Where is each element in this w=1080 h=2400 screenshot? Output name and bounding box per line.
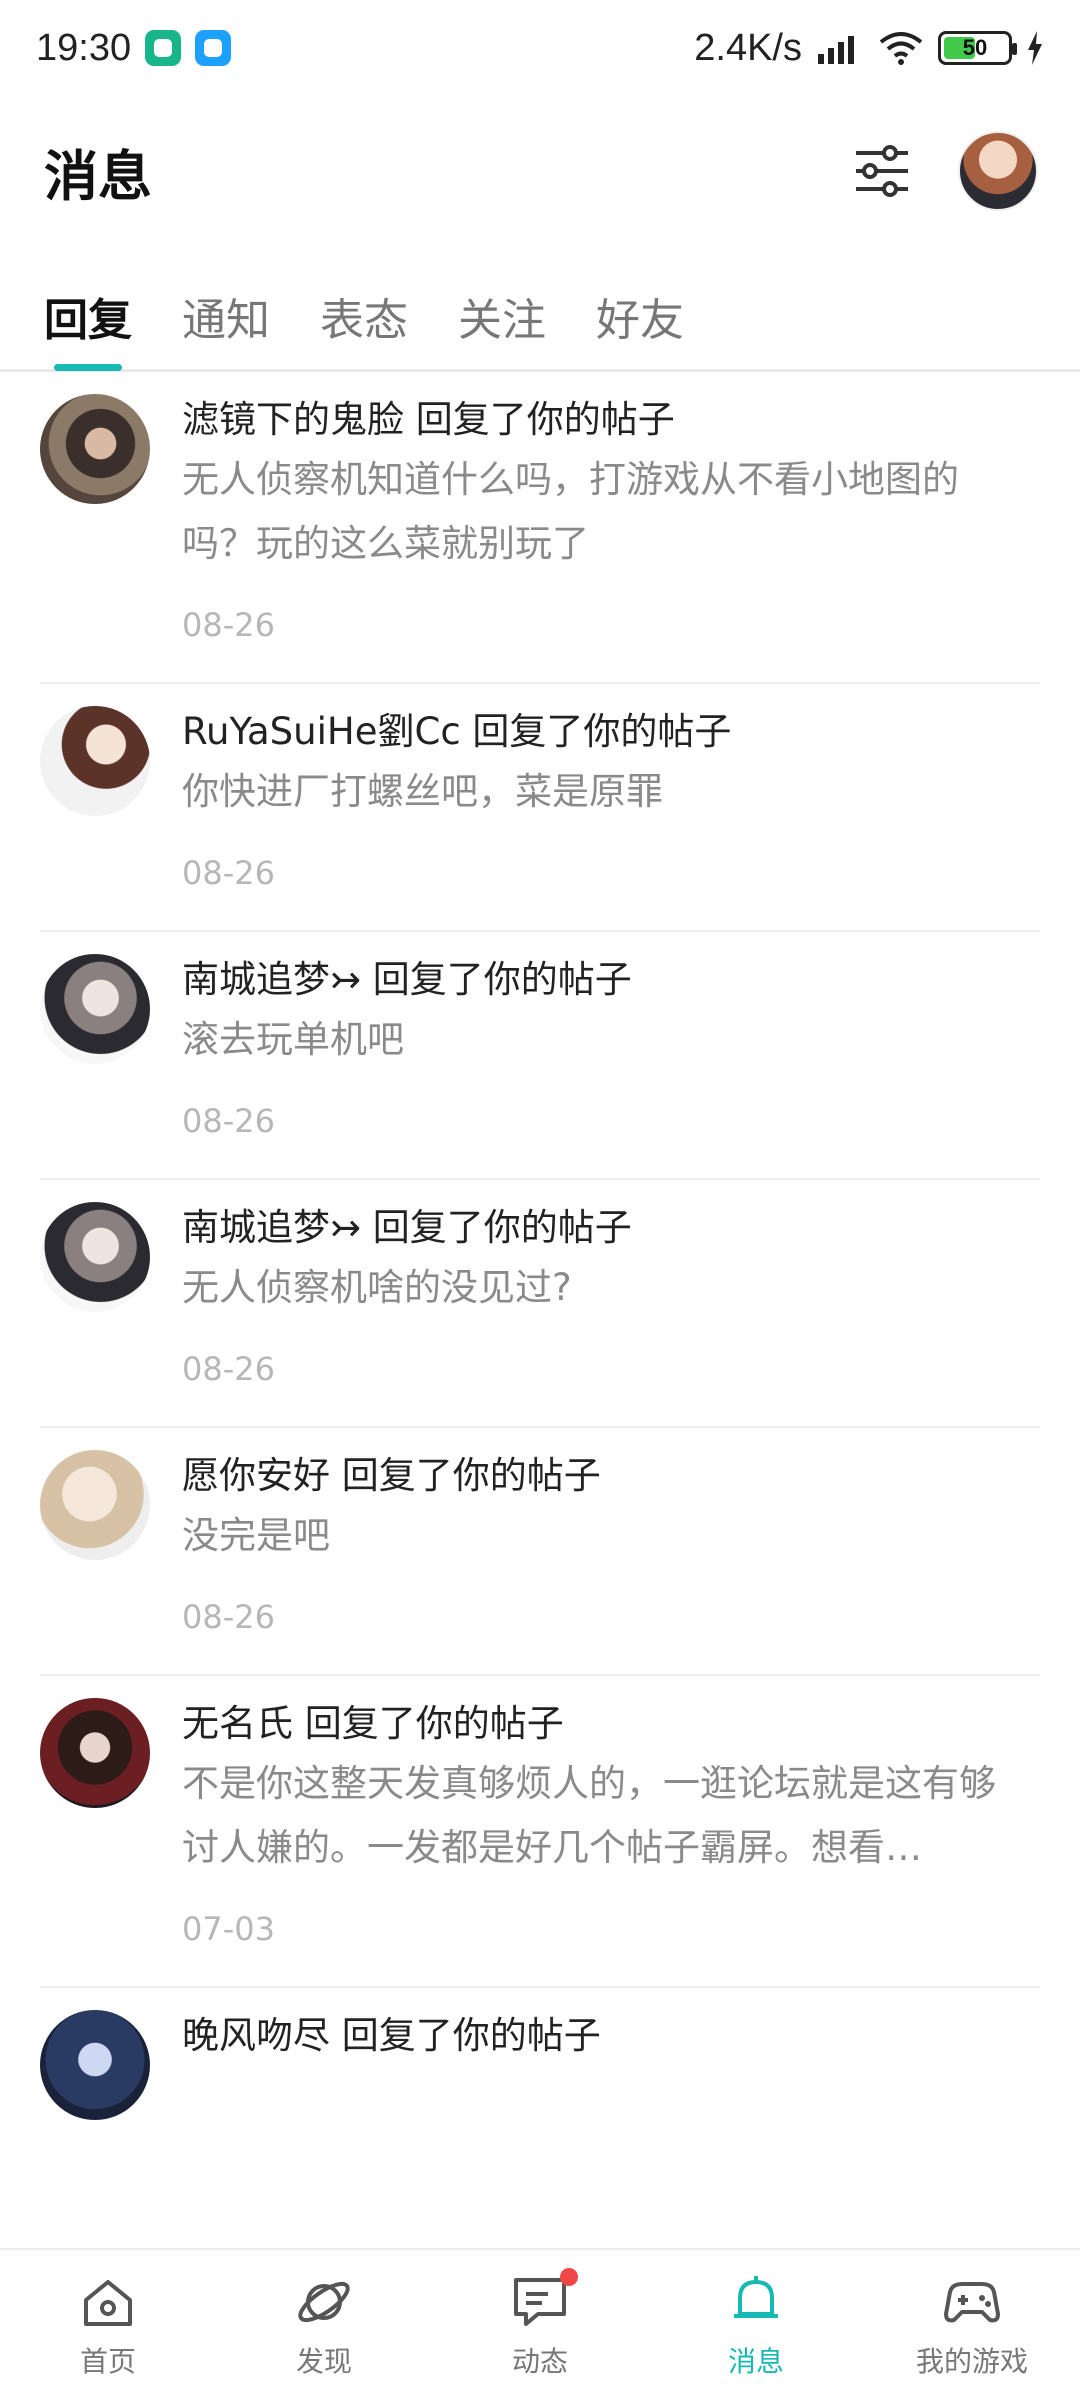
tab-friends[interactable]: 好友 bbox=[596, 261, 684, 371]
tab-notifications[interactable]: 通知 bbox=[182, 261, 270, 371]
nav-messages-label: 消息 bbox=[727, 2345, 784, 2378]
message-time: 08-26 bbox=[182, 606, 275, 644]
header: 消息 bbox=[0, 96, 1080, 246]
nav-discover[interactable]: 发现 bbox=[224, 2270, 424, 2380]
list-item[interactable]: 滤镜下的鬼脸 回复了你的帖子 无人侦察机知道什么吗，打游戏从不看小地图的吗？玩的… bbox=[40, 372, 1040, 684]
nav-my-games-label: 我的游戏 bbox=[915, 2345, 1028, 2378]
wifi-icon bbox=[879, 32, 923, 65]
filter-button[interactable] bbox=[850, 139, 914, 203]
user-avatar[interactable] bbox=[958, 131, 1038, 211]
filter-icon bbox=[856, 145, 908, 197]
tab-follows[interactable]: 关注 bbox=[458, 261, 546, 371]
avatar[interactable] bbox=[40, 1450, 150, 1560]
message-time: 08-26 bbox=[182, 1598, 275, 1636]
avatar[interactable] bbox=[40, 2010, 150, 2120]
status-right: 2.4K/s 50 bbox=[694, 27, 1044, 70]
header-actions bbox=[850, 131, 1038, 211]
avatar[interactable] bbox=[40, 1698, 150, 1808]
message-title: 愿你安好 回复了你的帖子 bbox=[182, 1454, 601, 1497]
list-item[interactable]: 无名氏 回复了你的帖子 不是你这整天发真够烦人的，一逛论坛就是这有够讨人嫌的。一… bbox=[40, 1676, 1040, 1988]
nav-discover-label: 发现 bbox=[295, 2345, 352, 2378]
nav-feed[interactable]: 动态 bbox=[440, 2268, 640, 2380]
avatar[interactable] bbox=[40, 1202, 150, 1312]
message-text: 无人侦察机啥的没见过? bbox=[182, 1266, 572, 1309]
bell-icon bbox=[734, 2276, 778, 2318]
signal-icon bbox=[818, 36, 854, 64]
message-title: 南城追梦↣ 回复了你的帖子 bbox=[182, 1206, 632, 1249]
list-item[interactable]: 南城追梦↣ 回复了你的帖子 滚去玩单机吧 08-26 bbox=[40, 932, 1040, 1180]
status-bar: 19:30 2.4K/s 50 bbox=[0, 0, 1080, 96]
nav-feed-label: 动态 bbox=[511, 2345, 568, 2378]
planet-icon bbox=[298, 2281, 350, 2323]
page-title: 消息 bbox=[44, 144, 152, 208]
message-time: 07-03 bbox=[182, 1910, 275, 1948]
list-item[interactable]: 晚风吻尽 回复了你的帖子 bbox=[40, 1988, 1040, 2120]
message-time: 08-26 bbox=[182, 1350, 275, 1388]
nav-home-label: 首页 bbox=[79, 2345, 136, 2378]
avatar[interactable] bbox=[40, 394, 150, 504]
message-text: 你快进厂打螺丝吧，菜是原罪 bbox=[182, 770, 663, 813]
bottom-nav: 首页 发现 动态 消息 我的游戏 bbox=[0, 2248, 1080, 2400]
avatar[interactable] bbox=[40, 954, 150, 1064]
message-app-icon bbox=[195, 30, 232, 66]
message-title: 无名氏 回复了你的帖子 bbox=[182, 1702, 564, 1745]
status-left: 19:30 bbox=[36, 26, 232, 70]
battery-level: 50 bbox=[962, 35, 988, 60]
tab-reactions[interactable]: 表态 bbox=[320, 261, 408, 371]
network-speed: 2.4K/s bbox=[694, 26, 802, 69]
message-title: RuYaSuiHe劉Cc 回复了你的帖子 bbox=[182, 710, 732, 753]
list-item[interactable]: 南城追梦↣ 回复了你的帖子 无人侦察机啥的没见过? 08-26 bbox=[40, 1180, 1040, 1428]
message-list: 滤镜下的鬼脸 回复了你的帖子 无人侦察机知道什么吗，打游戏从不看小地图的吗？玩的… bbox=[0, 372, 1080, 2120]
list-item[interactable]: 愿你安好 回复了你的帖子 没完是吧 08-26 bbox=[40, 1428, 1040, 1676]
message-time: 08-26 bbox=[182, 854, 275, 892]
nav-my-games[interactable]: 我的游戏 bbox=[872, 2270, 1072, 2380]
message-title: 晚风吻尽 回复了你的帖子 bbox=[182, 2014, 601, 2057]
nav-home[interactable]: 首页 bbox=[8, 2270, 208, 2380]
message-time: 08-26 bbox=[182, 1102, 275, 1140]
nav-messages[interactable]: 消息 bbox=[656, 2270, 856, 2380]
home-icon bbox=[84, 2280, 132, 2326]
chat-icon bbox=[508, 2268, 578, 2334]
message-text: 无人侦察机知道什么吗，打游戏从不看小地图的吗？玩的这么菜就别玩了 bbox=[182, 458, 959, 565]
message-text: 没完是吧 bbox=[182, 1514, 330, 1557]
message-title: 滤镜下的鬼脸 回复了你的帖子 bbox=[182, 398, 675, 441]
message-text: 滚去玩单机吧 bbox=[182, 1018, 404, 1061]
status-time: 19:30 bbox=[36, 26, 132, 69]
gamepad-icon bbox=[944, 2282, 1000, 2323]
avatar[interactable] bbox=[40, 706, 150, 816]
tab-replies[interactable]: 回复 bbox=[44, 261, 132, 371]
notification-dot bbox=[560, 2268, 578, 2286]
battery-indicator: 50 bbox=[938, 31, 1017, 65]
shield-app-icon bbox=[145, 30, 182, 66]
message-title: 南城追梦↣ 回复了你的帖子 bbox=[182, 958, 632, 1001]
charging-icon bbox=[1028, 31, 1042, 65]
tab-bar: 回复 通知 表态 关注 好友 bbox=[0, 262, 1080, 372]
message-text: 不是你这整天发真够烦人的，一逛论坛就是这有够讨人嫌的。一发都是好几个帖子霸屏。想… bbox=[182, 1762, 996, 1869]
list-item[interactable]: RuYaSuiHe劉Cc 回复了你的帖子 你快进厂打螺丝吧，菜是原罪 08-26 bbox=[40, 684, 1040, 932]
